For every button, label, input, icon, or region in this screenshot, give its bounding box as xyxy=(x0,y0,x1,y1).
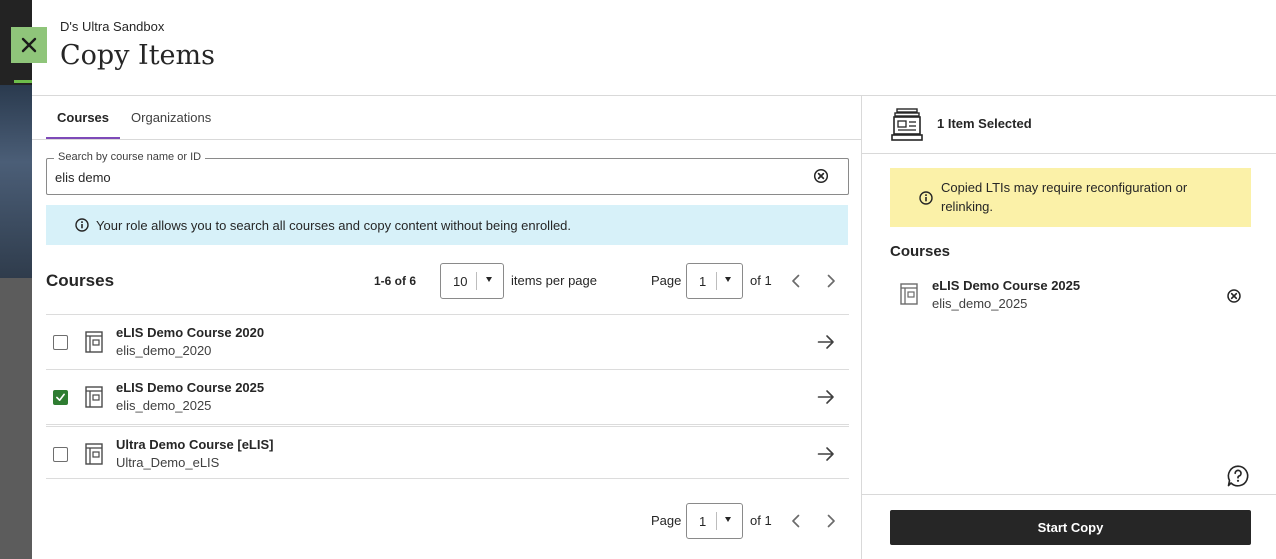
course-book-icon xyxy=(85,443,103,465)
warning-banner: Copied LTIs may require reconfiguration … xyxy=(890,168,1251,227)
tabs-divider xyxy=(32,139,861,140)
course-book-icon xyxy=(85,331,103,353)
select-divider xyxy=(476,272,477,290)
items-per-page-value: 10 xyxy=(453,274,468,289)
course-checkbox[interactable] xyxy=(53,447,68,462)
course-name[interactable]: eLIS Demo Course 2025 xyxy=(116,380,264,395)
caret-down-icon xyxy=(725,517,731,522)
course-list: eLIS Demo Course 2020 elis_demo_2020 eLI… xyxy=(46,314,849,479)
copy-items-panel: D's Ultra Sandbox Copy Items Courses Org… xyxy=(32,0,1276,559)
course-book-icon xyxy=(900,283,918,305)
footer-divider xyxy=(862,494,1276,495)
select-divider xyxy=(716,512,717,530)
course-checkbox[interactable] xyxy=(53,390,68,405)
selection-header: 1 Item Selected xyxy=(862,96,1276,154)
selected-course-name: eLIS Demo Course 2025 xyxy=(932,278,1081,293)
start-copy-button[interactable]: Start Copy xyxy=(890,510,1251,545)
page-title: Copy Items xyxy=(60,40,215,71)
items-per-page-select[interactable]: 10 xyxy=(440,263,504,299)
course-row: eLIS Demo Course 2025 elis_demo_2025 xyxy=(46,369,849,424)
items-per-page-label: items per page xyxy=(511,273,597,288)
help-icon[interactable] xyxy=(1226,464,1250,488)
chevron-right-icon[interactable] xyxy=(823,273,839,289)
source-tabs: Courses Organizations xyxy=(46,96,222,140)
info-icon xyxy=(75,218,89,232)
course-id: elis_demo_2020 xyxy=(116,343,212,358)
course-book-icon xyxy=(85,386,103,408)
search-input[interactable] xyxy=(55,167,795,187)
info-banner: Your role allows you to search all cours… xyxy=(46,205,848,245)
page-select[interactable]: 1 xyxy=(686,263,743,299)
background-band xyxy=(0,278,32,559)
selected-course-id: elis_demo_2025 xyxy=(932,296,1028,311)
breadcrumb: D's Ultra Sandbox xyxy=(60,19,165,34)
page-value: 1 xyxy=(699,274,707,289)
chevron-right-icon[interactable] xyxy=(823,513,839,529)
select-divider xyxy=(716,272,717,290)
arrow-right-icon[interactable] xyxy=(817,446,835,462)
course-checkbox[interactable] xyxy=(53,335,68,350)
footer-page-select[interactable]: 1 xyxy=(686,503,743,539)
close-icon xyxy=(21,37,37,53)
chevron-left-icon[interactable] xyxy=(788,513,804,529)
page-total: of 1 xyxy=(750,273,772,288)
page-label: Page xyxy=(651,273,682,288)
background-page xyxy=(0,0,32,559)
course-row: Ultra Demo Course [eLIS] Ultra_Demo_eLIS xyxy=(46,424,849,479)
caret-down-icon xyxy=(486,277,492,282)
background-banner-image xyxy=(0,85,32,278)
selection-column: 1 Item Selected Copied LTIs may require … xyxy=(861,96,1276,559)
chevron-left-icon[interactable] xyxy=(788,273,804,289)
course-name[interactable]: eLIS Demo Course 2020 xyxy=(116,325,264,340)
warning-text: Copied LTIs may require reconfiguration … xyxy=(941,180,1188,214)
background-accent xyxy=(14,80,32,83)
close-panel-button[interactable] xyxy=(11,27,47,63)
course-id: Ultra_Demo_eLIS xyxy=(116,455,220,470)
tab-courses[interactable]: Courses xyxy=(46,96,121,140)
caret-down-icon xyxy=(725,277,731,282)
panel-header: D's Ultra Sandbox Copy Items xyxy=(32,0,1276,96)
course-id: elis_demo_2025 xyxy=(116,398,212,413)
arrow-right-icon[interactable] xyxy=(817,389,835,405)
selected-count: 1 Item Selected xyxy=(937,116,1032,131)
footer-page-total: of 1 xyxy=(750,513,772,528)
result-range: 1-6 of 6 xyxy=(374,274,417,288)
footer-page-value: 1 xyxy=(699,514,707,529)
source-column: Courses Organizations Search by course n… xyxy=(32,96,861,559)
checkmark-icon xyxy=(56,393,65,402)
course-row: eLIS Demo Course 2020 elis_demo_2020 xyxy=(46,314,849,369)
search-label: Search by course name or ID xyxy=(54,151,206,163)
tab-organizations[interactable]: Organizations xyxy=(120,96,222,139)
clear-circle-icon[interactable] xyxy=(813,168,829,184)
info-banner-text: Your role allows you to search all cours… xyxy=(96,217,572,233)
course-list-title: Courses xyxy=(46,271,115,290)
remove-selection-icon[interactable] xyxy=(1226,288,1242,304)
selected-section-title: Courses xyxy=(890,243,951,260)
copy-tray-icon xyxy=(891,108,923,141)
search-field: Search by course name or ID xyxy=(46,151,849,195)
arrow-right-icon[interactable] xyxy=(817,334,835,350)
course-name[interactable]: Ultra Demo Course [eLIS] xyxy=(116,437,273,452)
course-list-header: Courses 1-6 of 6 10 items per page Page … xyxy=(46,261,849,301)
info-icon xyxy=(919,191,933,205)
footer-page-label: Page xyxy=(651,513,682,528)
